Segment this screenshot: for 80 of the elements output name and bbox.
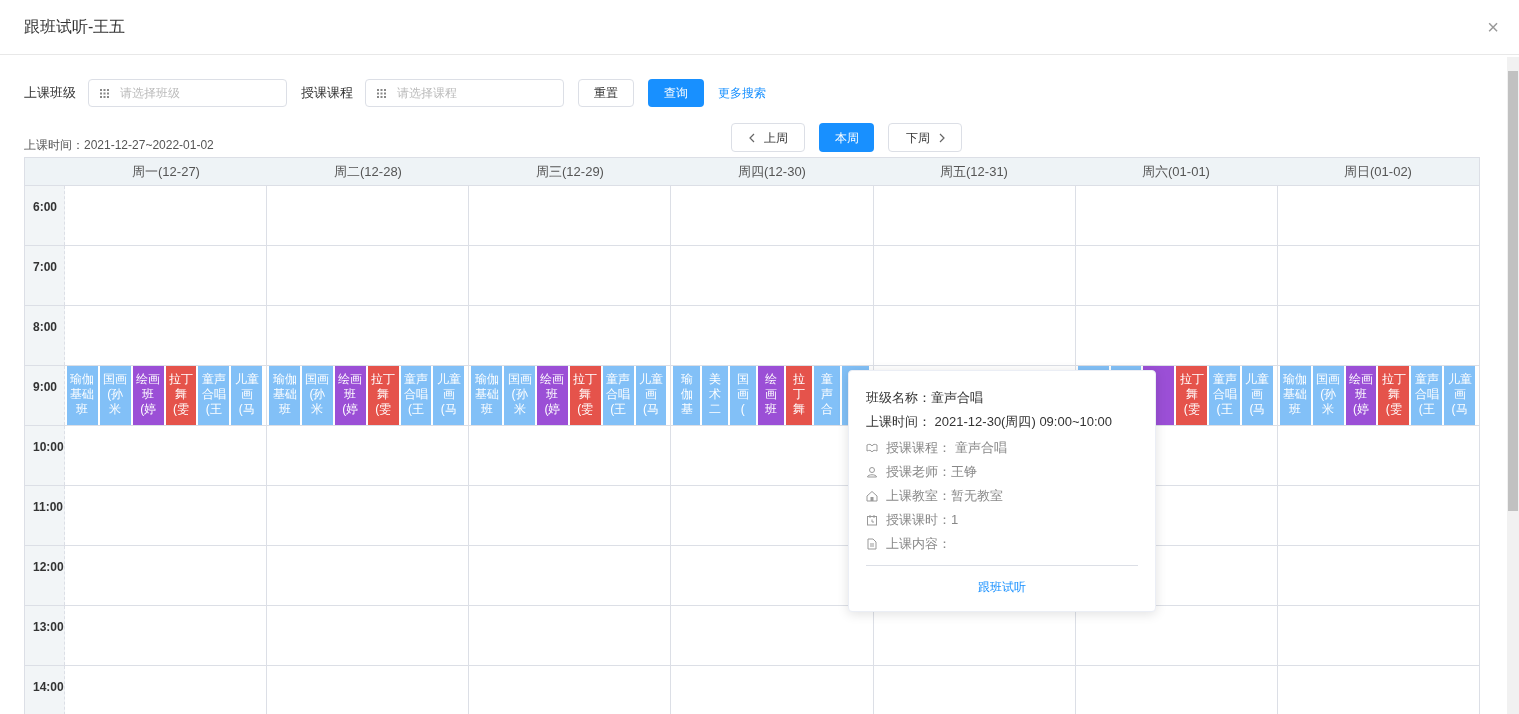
class-event[interactable]: 绘画班(婷 — [537, 366, 568, 425]
reset-button[interactable]: 重置 — [578, 79, 634, 107]
class-event[interactable]: 国画(孙米 — [99, 366, 131, 425]
day-header: 周六(01-01) — [1142, 162, 1210, 181]
chevron-right-icon — [938, 132, 945, 143]
scrollbar[interactable] — [1507, 57, 1519, 714]
grid-icon — [100, 89, 109, 98]
class-event[interactable]: 瑜伽基础班 — [1279, 366, 1311, 425]
class-event[interactable]: 国画( — [729, 366, 756, 425]
class-event[interactable]: 儿童画(马 — [1242, 366, 1273, 425]
time-label: 12:00 — [33, 560, 64, 574]
day-header: 周日(01-02) — [1344, 162, 1412, 181]
calendar-icon — [866, 514, 878, 526]
class-event[interactable]: 瑜伽基础班 — [67, 366, 98, 425]
week-tab[interactable]: 本周 — [819, 123, 874, 152]
time-label: 14:00 — [33, 680, 64, 694]
document-icon — [866, 538, 878, 550]
select-field[interactable]: 请选择课程 — [365, 79, 564, 107]
time-label: 8:00 — [33, 320, 58, 334]
chevron-left-icon — [748, 132, 755, 143]
class-event[interactable]: 儿童画(马 — [231, 366, 263, 425]
day-header: 周五(12-31) — [940, 162, 1008, 181]
class-event[interactable]: 童声合 — [814, 366, 841, 425]
more-search-link[interactable]: 更多搜索 — [718, 84, 766, 102]
class-event[interactable]: 童声合唱(王 — [1209, 366, 1240, 425]
detail-text: 授课老师：王铮 — [886, 463, 977, 482]
date-range-label: 上课时间：2021-12-27~2022-01-02 — [24, 137, 214, 154]
select-field[interactable]: 请选择班级 — [88, 79, 287, 107]
class-event[interactable]: 童声合唱(王 — [602, 366, 634, 425]
class-event[interactable]: 拉丁舞(雯 — [1378, 366, 1410, 425]
class-event[interactable]: 绘画班(婷 — [1345, 366, 1377, 425]
class-event[interactable]: 拉丁舞(雯 — [367, 366, 399, 425]
filter-label: 授课课程 — [301, 84, 353, 103]
close-button[interactable]: × — [1487, 17, 1499, 37]
time-label: 13:00 — [33, 620, 64, 634]
query-button[interactable]: 查询 — [648, 79, 704, 107]
class-event[interactable]: 拉丁舞(雯 — [1176, 366, 1208, 425]
day-header: 周三(12-29) — [536, 162, 604, 181]
filter-label: 上课班级 — [24, 84, 76, 103]
detail-text: 授课课程： 童声合唱 — [886, 439, 1007, 458]
detail-text: 上课教室：暂无教室 — [886, 487, 1003, 506]
day-header: 周一(12-27) — [132, 162, 200, 181]
detail-text: 上课内容： — [886, 535, 951, 554]
time-label: 7:00 — [33, 260, 58, 274]
book-icon — [866, 442, 878, 454]
class-event[interactable]: 瑜伽基 — [673, 366, 700, 425]
class-event[interactable]: 拉丁舞(雯 — [165, 366, 197, 425]
grid-icon — [377, 89, 386, 98]
class-event[interactable]: 童声合唱(王 — [400, 366, 432, 425]
person-icon — [866, 466, 878, 478]
class-event[interactable]: 国画(孙米 — [1312, 366, 1344, 425]
week-tab[interactable]: 下周 — [888, 123, 962, 152]
class-event[interactable]: 童声合唱(王 — [1411, 366, 1443, 425]
class-event[interactable]: 儿童画(马 — [1444, 366, 1475, 425]
class-time-text: 上课时间： 2021-12-30(周四) 09:00~10:00 — [866, 413, 1114, 431]
class-event[interactable]: 拉丁舞(雯 — [569, 366, 601, 425]
week-tab[interactable]: 上周 — [731, 123, 805, 152]
join-trial-link[interactable]: 跟班试听 — [978, 578, 1026, 596]
class-event[interactable]: 童声合唱(王 — [198, 366, 230, 425]
class-event[interactable]: 儿童画(马 — [433, 366, 465, 425]
class-event[interactable]: 绘画班(婷 — [334, 366, 366, 425]
class-event[interactable]: 绘画班 — [757, 366, 785, 425]
class-event[interactable]: 瑜伽基础班 — [269, 366, 300, 425]
class-event[interactable]: 美术二 — [701, 366, 728, 425]
class-event[interactable]: 绘画班(婷 — [132, 366, 164, 425]
house-icon — [866, 490, 878, 502]
class-event[interactable]: 国画(孙米 — [302, 366, 333, 425]
detail-text: 授课课时：1 — [886, 511, 959, 530]
time-label: 10:00 — [33, 440, 64, 454]
class-event[interactable]: 国画(孙米 — [504, 366, 535, 425]
time-label: 11:00 — [33, 500, 64, 514]
dialog-title: 跟班试听-王五 — [24, 17, 126, 37]
class-name-text: 班级名称：童声合唱 — [866, 389, 984, 407]
class-event[interactable]: 瑜伽基础班 — [471, 366, 503, 425]
class-event[interactable]: 拉丁舞 — [786, 366, 813, 425]
time-label: 9:00 — [33, 380, 58, 394]
day-header: 周二(12-28) — [334, 162, 402, 181]
time-label: 6:00 — [33, 200, 58, 214]
day-header: 周四(12-30) — [738, 162, 806, 181]
class-event[interactable]: 儿童画(马 — [635, 366, 667, 425]
